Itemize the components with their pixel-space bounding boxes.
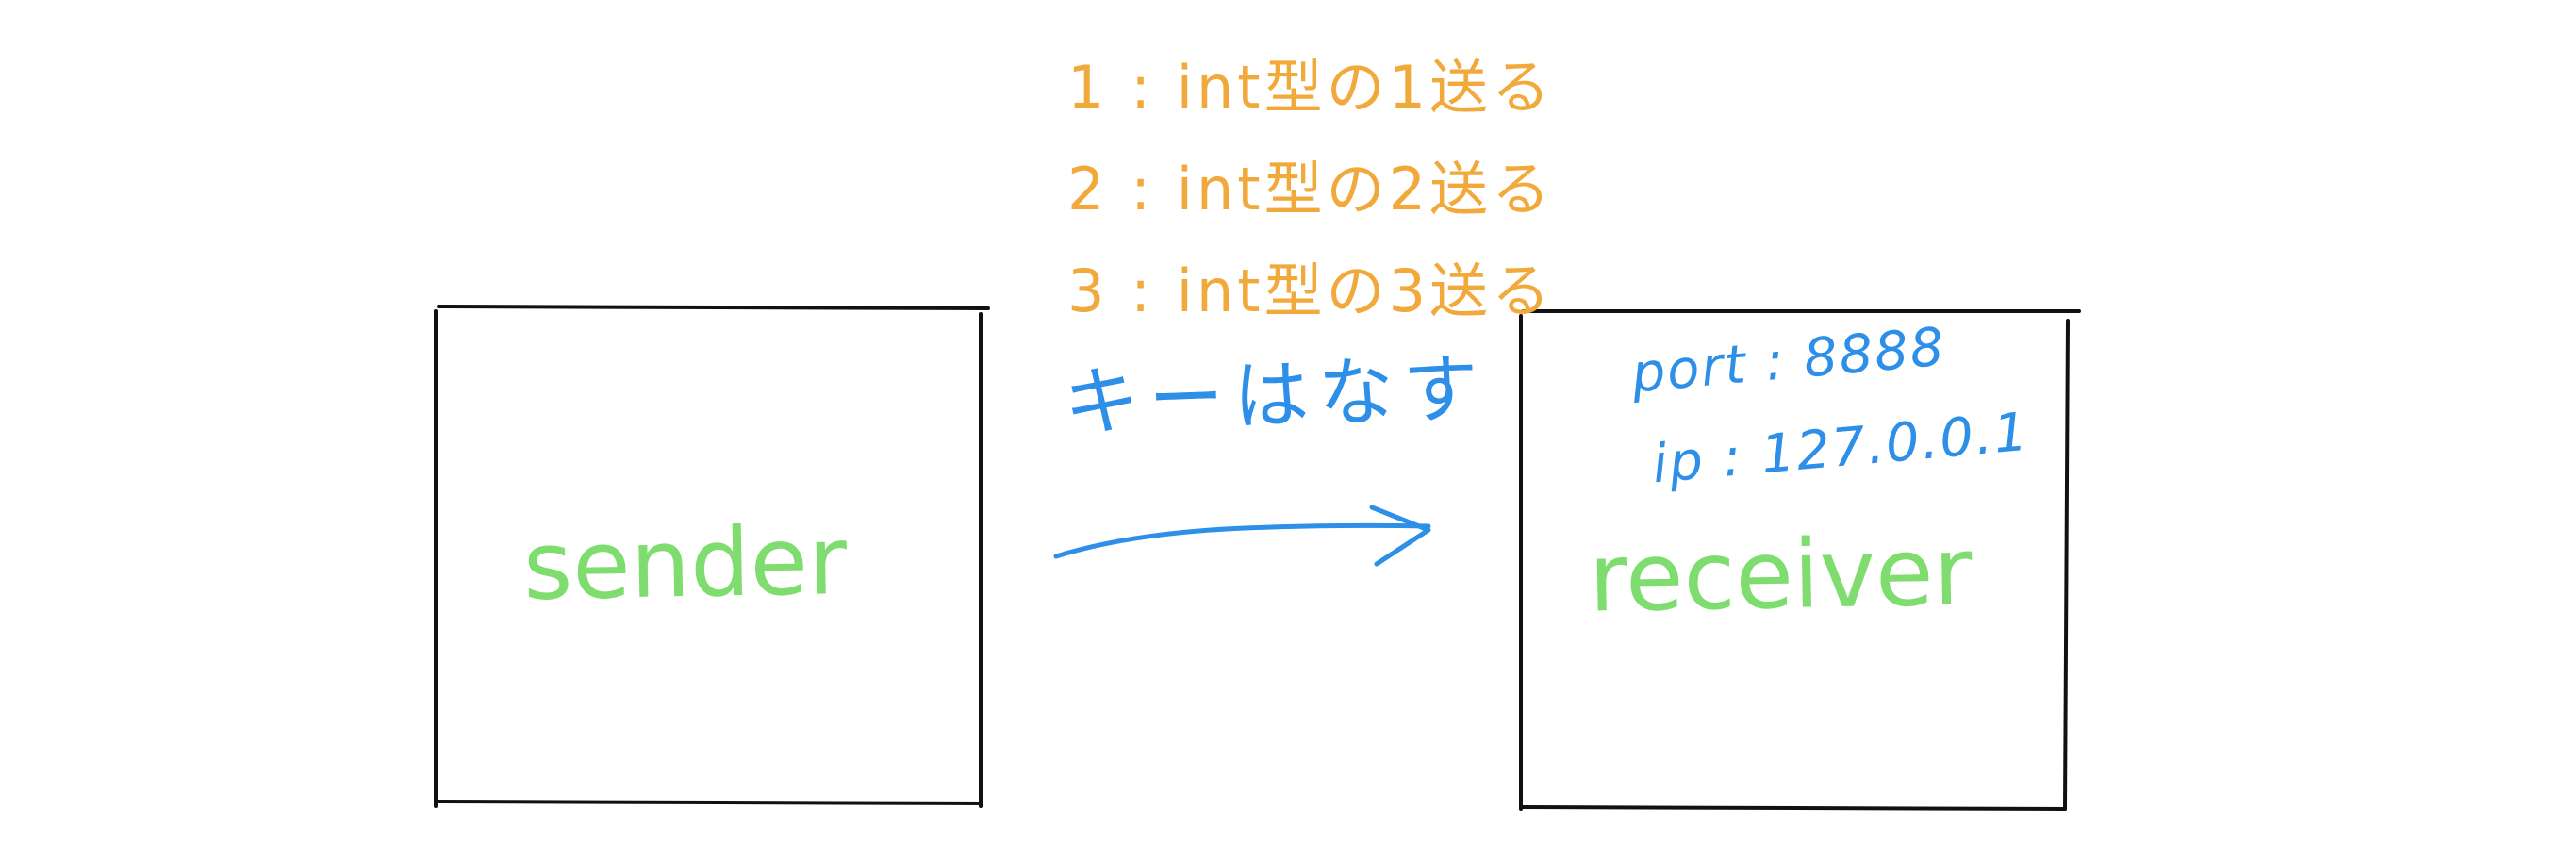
- send-arrow-shaft: [1053, 522, 1431, 559]
- sender-box-bottom: [434, 800, 983, 805]
- step-3-text: 3 : int型の3送る: [1067, 257, 1555, 325]
- diagram-canvas: 1 : int型の1送る 2 : int型の2送る 3 : int型の3送る キ…: [0, 0, 2576, 844]
- send-arrow: [1053, 505, 1431, 567]
- release-key-text: キーはなす: [1062, 344, 1490, 447]
- step-2-text: 2 : int型の2送る: [1067, 155, 1555, 223]
- receiver-box-right: [2063, 319, 2070, 811]
- sender-box-top: [437, 305, 990, 310]
- receiver-box-bottom: [1521, 805, 2067, 811]
- sender-label: sender: [521, 505, 849, 621]
- send-arrow-head: [1369, 505, 1431, 567]
- receiver-label: receiver: [1588, 516, 1973, 634]
- step-1-text: 1 : int型の1送る: [1067, 53, 1555, 122]
